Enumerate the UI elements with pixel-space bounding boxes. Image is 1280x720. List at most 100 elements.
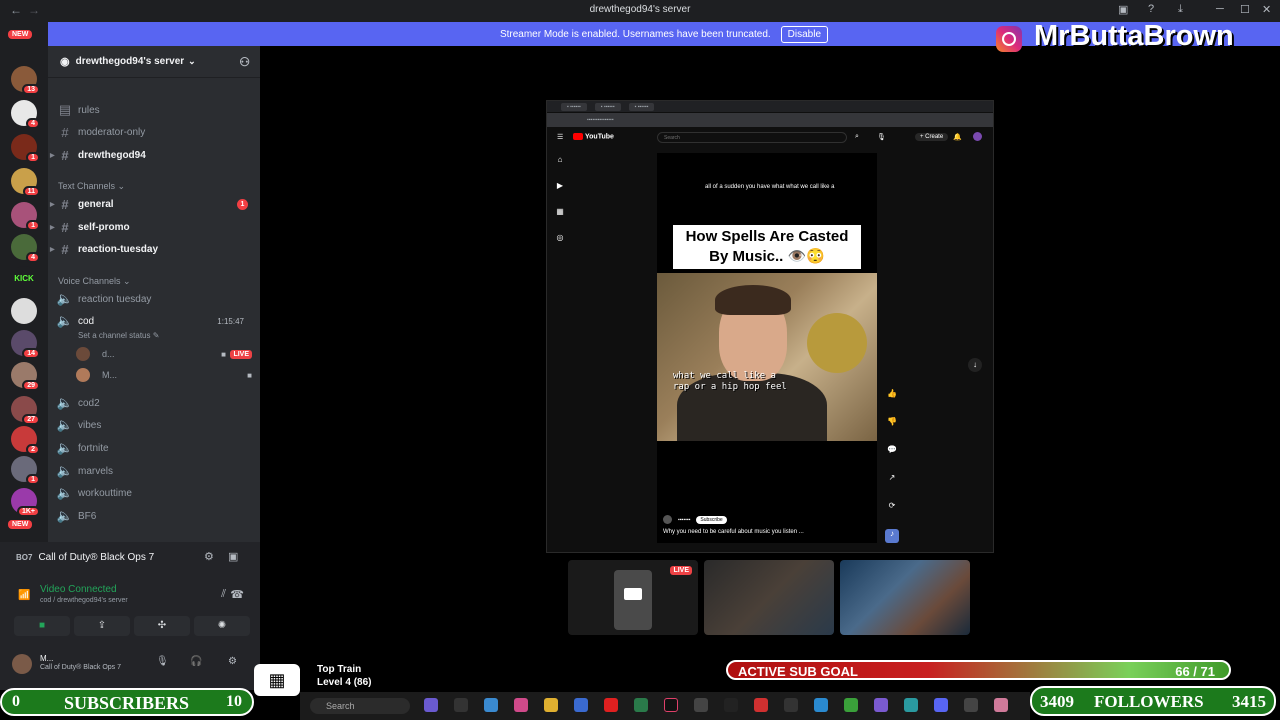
taskbar-app-icon[interactable] xyxy=(874,698,888,712)
taskbar-app-icon[interactable] xyxy=(964,698,978,712)
channel-rules[interactable]: ▤ rules xyxy=(56,100,252,120)
channel-avatar[interactable] xyxy=(663,515,672,524)
inbox-icon[interactable]: ▣ xyxy=(1118,3,1128,16)
add-member-icon[interactable]: ⚇ xyxy=(239,55,250,69)
participant-tile[interactable]: LIVE xyxy=(568,560,698,635)
disconnect-icon[interactable]: ☎ xyxy=(230,588,244,601)
subscriptions-icon[interactable]: ▦ xyxy=(553,207,567,233)
maximize-icon[interactable]: ☐ xyxy=(1240,3,1250,16)
short-video[interactable]: all of a sudden you have what what we ca… xyxy=(657,153,877,543)
voice-channel-bf6[interactable]: 🔈 BF6 xyxy=(56,506,252,526)
shorts-icon[interactable]: ▶ xyxy=(553,181,567,207)
youtube-search[interactable]: Search xyxy=(657,132,847,143)
server-icon[interactable]: 14 xyxy=(11,330,40,359)
channel-reaction-tuesday[interactable]: ▶ # reaction-tuesday xyxy=(50,239,252,259)
server-icon[interactable]: 1 xyxy=(11,456,40,485)
server-icon[interactable]: 4 xyxy=(11,234,40,263)
taskbar-app-icon[interactable] xyxy=(994,698,1008,712)
notifications-icon[interactable]: 🔔 xyxy=(953,133,962,141)
browser-tab[interactable]: ▪ ▪▪▪▪▪▪ xyxy=(561,102,587,111)
channel-moderator-only[interactable]: # moderator-only xyxy=(56,122,252,142)
server-icon[interactable]: 1 xyxy=(11,134,40,163)
help-icon[interactable]: ? xyxy=(1148,3,1154,15)
share-icon[interactable]: ↗ xyxy=(885,473,899,501)
taskbar-app-icon[interactable] xyxy=(454,698,468,712)
text-channels-category[interactable]: Text Channels ⌄ xyxy=(58,181,125,192)
taskbar-app-icon[interactable] xyxy=(574,698,588,712)
close-icon[interactable]: ✕ xyxy=(1262,3,1271,16)
taskbar-app-icon[interactable] xyxy=(844,698,858,712)
channel-general[interactable]: ▶ # general 1 xyxy=(50,194,252,214)
settings-gear-icon[interactable]: ⚙ xyxy=(228,656,237,667)
taskbar-app-icon[interactable] xyxy=(514,698,528,712)
youtube-logo[interactable]: YouTube xyxy=(573,133,614,140)
server-icon[interactable]: 13 xyxy=(11,66,40,95)
share-screen-button[interactable]: ⇪ xyxy=(74,616,130,636)
channel-status[interactable]: Set a channel status ✎ xyxy=(78,331,159,340)
server-icon[interactable]: 11 xyxy=(11,168,40,197)
taskbar-app-icon[interactable] xyxy=(814,698,828,712)
voice-channel-vibes[interactable]: 🔈 vibes xyxy=(56,415,252,435)
taskbar-app-icon[interactable] xyxy=(634,698,648,712)
scroll-down-icon[interactable]: ↓ xyxy=(968,358,982,372)
youtube-icon[interactable] xyxy=(604,698,618,712)
taskbar-app-icon[interactable] xyxy=(484,698,498,712)
server-icon[interactable]: 1 xyxy=(11,202,40,231)
taskbar-app-icon[interactable] xyxy=(424,698,438,712)
create-button[interactable]: + Create xyxy=(915,133,949,141)
subscribe-button[interactable]: Subscribe xyxy=(696,515,727,524)
search-icon[interactable]: ⌕ xyxy=(855,133,859,141)
channel-name[interactable]: ▪▪▪▪▪▪▪ xyxy=(678,517,690,523)
sound-icon[interactable]: ♪ xyxy=(885,529,899,543)
voice-user[interactable]: M... ■ xyxy=(76,366,252,384)
stream-view[interactable]: ▪ ▪▪▪▪▪▪ ▪ ▪▪▪▪▪▪ ▪ ▪▪▪▪▪▪ ▪▪▪▪▪▪▪▪▪▪▪▪▪… xyxy=(546,100,994,553)
server-icon[interactable]: 4 xyxy=(11,100,40,129)
folder-icon[interactable] xyxy=(544,698,558,712)
taskbar-app-icon[interactable] xyxy=(784,698,798,712)
taskbar-app-icon[interactable] xyxy=(754,698,768,712)
remix-icon[interactable]: ⟳ xyxy=(885,501,899,529)
avatar[interactable] xyxy=(973,132,982,141)
address-bar[interactable]: ▪▪▪▪▪▪▪▪▪▪▪▪▪▪▪ xyxy=(547,113,993,127)
server-header[interactable]: ◉ drewthegod94's server ⌄ ⚇ xyxy=(48,46,260,78)
kick-server-icon[interactable]: KICK xyxy=(11,266,37,292)
microphone-icon[interactable]: 🎙 xyxy=(156,656,169,667)
voice-channels-category[interactable]: Voice Channels ⌄ xyxy=(58,276,131,287)
browser-tab[interactable]: ▪ ▪▪▪▪▪▪ xyxy=(594,102,621,111)
voice-search-icon[interactable]: 🎙 xyxy=(877,133,886,141)
server-icon[interactable] xyxy=(11,298,37,324)
server-icon[interactable]: 1K+ xyxy=(11,488,40,517)
voice-channel-reaction-tuesday[interactable]: 🔈 reaction tuesday xyxy=(56,289,252,309)
disable-button[interactable]: Disable xyxy=(780,25,829,43)
server-icon[interactable]: 27 xyxy=(11,396,40,425)
voice-channel-cod[interactable]: 🔈 cod 1:15:47 xyxy=(56,311,252,331)
dislike-icon[interactable]: 👎 xyxy=(885,417,899,445)
avatar[interactable] xyxy=(12,654,32,674)
participant-tile[interactable] xyxy=(840,560,970,635)
screen-share-icon[interactable]: ▣ xyxy=(228,550,238,563)
server-icon[interactable]: 29 xyxy=(11,362,40,391)
camera-button[interactable]: ■ xyxy=(14,616,70,636)
voice-channel-marvels[interactable]: 🔈 marvels xyxy=(56,461,252,481)
home-icon[interactable]: ⌂ xyxy=(553,155,567,181)
taskbar-app-icon[interactable] xyxy=(724,698,738,712)
voice-channel-fortnite[interactable]: 🔈 fortnite xyxy=(56,438,252,458)
voice-channel-cod2[interactable]: 🔈 cod2 xyxy=(56,393,252,413)
voice-channel-workouttime[interactable]: 🔈 workouttime xyxy=(56,483,252,503)
browser-tab[interactable]: ▪ ▪▪▪▪▪▪ xyxy=(628,102,655,111)
like-icon[interactable]: 👍 xyxy=(885,389,899,417)
game-settings-icon[interactable]: ⚙ xyxy=(204,550,214,563)
activities-button[interactable]: ✣ xyxy=(134,616,190,636)
discord-icon[interactable] xyxy=(934,698,948,712)
soundboard-button[interactable]: ✺ xyxy=(194,616,250,636)
comment-icon[interactable]: 💬 xyxy=(885,445,899,473)
noise-suppression-icon[interactable]: ⫽ xyxy=(221,588,226,601)
channel-self-promo[interactable]: ▶ # self-promo xyxy=(50,217,252,237)
tiktok-icon[interactable] xyxy=(664,698,678,712)
you-icon[interactable]: ◎ xyxy=(553,233,567,259)
channel-drewthegod94[interactable]: ▶ # drewthegod94 xyxy=(50,145,252,165)
participant-tile[interactable] xyxy=(704,560,834,635)
minimize-icon[interactable]: ─ xyxy=(1216,3,1224,15)
menu-icon[interactable]: ☰ xyxy=(557,133,563,141)
taskbar-app-icon[interactable] xyxy=(904,698,918,712)
